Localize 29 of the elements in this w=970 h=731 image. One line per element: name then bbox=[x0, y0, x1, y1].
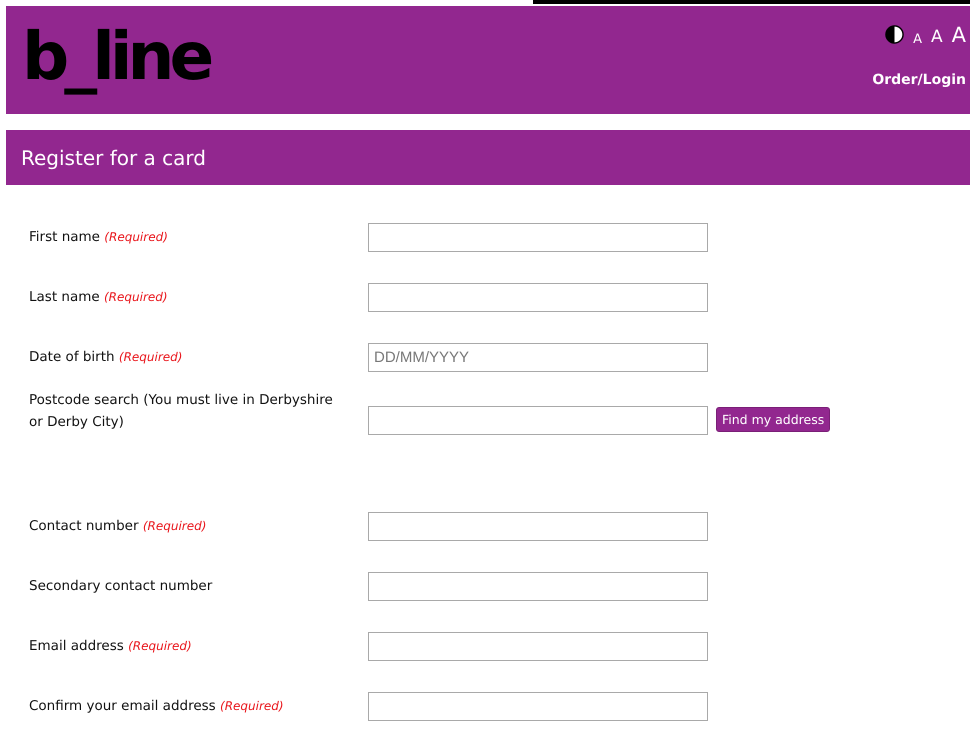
text-size-link[interactable]: A bbox=[952, 25, 966, 46]
input-field[interactable] bbox=[368, 222, 708, 252]
input-field[interactable] bbox=[368, 632, 708, 660]
required-note: (Required) bbox=[220, 699, 284, 713]
input-field[interactable] bbox=[368, 572, 708, 600]
field-label: Email address bbox=[29, 638, 124, 654]
contrast-icon[interactable] bbox=[885, 25, 904, 44]
input-field[interactable] bbox=[368, 512, 708, 540]
find-address-button[interactable]: Find my address bbox=[716, 407, 830, 432]
required-note: (Required) bbox=[142, 519, 206, 533]
text-size-link[interactable]: A bbox=[913, 33, 922, 46]
field-label: First name bbox=[29, 229, 100, 245]
field-label: Secondary contact number bbox=[29, 577, 214, 596]
field-label: Postcode search (You must live in Derbyshire or Derby City) bbox=[29, 391, 334, 432]
field-label: Confirm your email address bbox=[29, 698, 216, 714]
required-note: (Required) bbox=[128, 639, 192, 653]
required-note: (Required) bbox=[104, 230, 168, 244]
input-field[interactable] bbox=[368, 406, 708, 435]
input-field[interactable]: DD/MM/YYYY bbox=[368, 342, 708, 372]
field-label: Contact number bbox=[29, 518, 139, 534]
text-size-link[interactable]: A bbox=[930, 29, 943, 46]
required-note: (Required) bbox=[118, 350, 182, 364]
input-field[interactable] bbox=[368, 692, 708, 720]
page-title: Register for a card bbox=[6, 130, 970, 185]
login-link[interactable]: Order/Login bbox=[872, 72, 966, 88]
required-note: (Required) bbox=[104, 290, 168, 304]
field-label: Date of birth bbox=[29, 349, 115, 365]
input-field[interactable] bbox=[368, 282, 708, 312]
field-label: Last name bbox=[29, 289, 100, 305]
